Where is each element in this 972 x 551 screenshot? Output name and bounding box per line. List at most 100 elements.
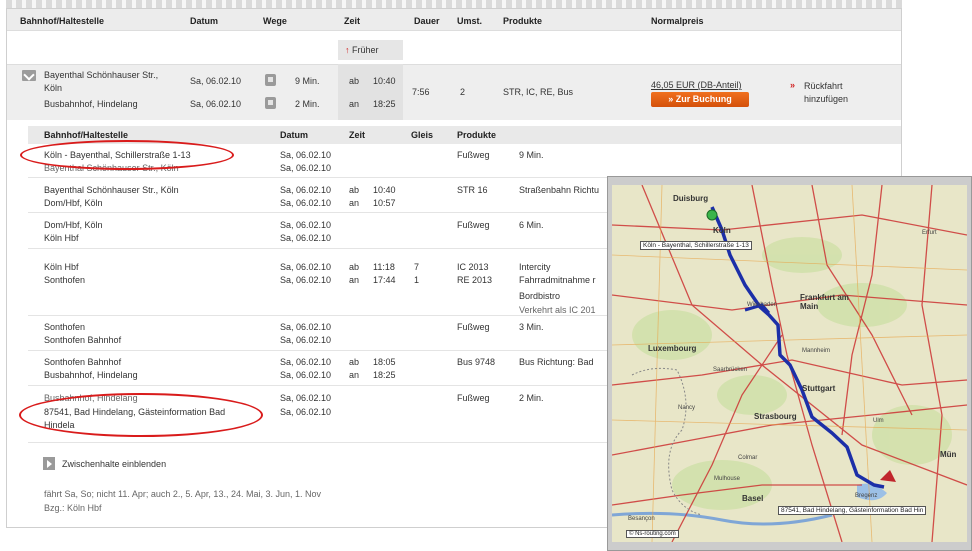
conn-from-city: Köln xyxy=(44,83,63,93)
conn-products: STR, IC, RE, Bus xyxy=(503,87,574,97)
leg-date: Sa, 06.02.10 xyxy=(280,185,332,195)
map-city: Nancy xyxy=(678,405,696,411)
divider xyxy=(28,248,628,249)
leg-to: Köln Hbf xyxy=(44,233,79,243)
arr-label: an xyxy=(349,99,360,109)
leg-product: Fußweg xyxy=(457,322,490,332)
expand-icon[interactable] xyxy=(43,457,55,470)
header-products: Produkte xyxy=(503,16,543,26)
up-arrow-icon: ↑ xyxy=(345,45,350,55)
detail-header-station: Bahnhof/Haltestelle xyxy=(44,130,129,140)
leg-date: Sa, 06.02.10 xyxy=(280,163,332,173)
divider xyxy=(28,212,628,213)
leg-dep-time: 18:05 xyxy=(373,357,396,367)
leg-product[interactable]: RE 2013 xyxy=(457,275,492,285)
earlier-label: Früher xyxy=(352,45,379,55)
leg-product[interactable]: Bus 9748 xyxy=(457,357,495,367)
arr-time: 18:25 xyxy=(373,99,396,109)
train-info: Bzg.: Köln Hbf xyxy=(44,503,102,513)
leg-date: Sa, 06.02.10 xyxy=(280,370,332,380)
map-city: Stuttgart xyxy=(802,384,836,393)
conn-from-walk: 9 Min. xyxy=(295,76,320,86)
leg-date: Sa, 06.02.10 xyxy=(280,262,332,272)
leg-from: Sonthofen xyxy=(44,322,86,332)
leg-arr-time: 10:57 xyxy=(373,198,396,208)
map-city: Basel xyxy=(742,494,764,503)
conn-to-station: Busbahnhof, Hindelang xyxy=(44,99,138,109)
leg-arr-label: an xyxy=(349,275,360,285)
leg-arr-label: an xyxy=(349,370,360,380)
divider xyxy=(28,385,628,386)
leg-date: Sa, 06.02.10 xyxy=(280,275,332,285)
leg-from: Köln Hbf xyxy=(44,262,79,272)
time-cell xyxy=(338,64,403,120)
conn-changes: 2 xyxy=(460,87,466,97)
header-station: Bahnhof/Haltestelle xyxy=(20,16,105,26)
leg-info: 2 Min. xyxy=(519,393,544,403)
leg-date: Sa, 06.02.10 xyxy=(280,393,332,403)
divider xyxy=(28,350,628,351)
detail-header-time: Zeit xyxy=(349,130,366,140)
map-city: Saarbrücken xyxy=(713,367,748,373)
map-city: Mannheim xyxy=(802,348,831,354)
leg-to: Dom/Hbf, Köln xyxy=(44,198,103,208)
leg-track: 7 xyxy=(414,262,420,272)
map-city: Mün xyxy=(940,450,957,459)
header-date: Datum xyxy=(190,16,219,26)
leg-to: Sonthofen xyxy=(44,275,86,285)
map-city: Ulm xyxy=(873,418,884,424)
conn-from-date: Sa, 06.02.10 xyxy=(190,76,242,86)
conn-from-station: Bayenthal Schönhauser Str., xyxy=(44,70,159,80)
earlier-link[interactable]: ↑ Früher xyxy=(345,45,379,55)
return-arrow-icon: » xyxy=(790,80,796,90)
header-changes: Umst. xyxy=(457,16,483,26)
leg-from: Bayenthal Schönhauser Str., Köln xyxy=(44,185,179,195)
conn-to-date: Sa, 06.02.10 xyxy=(190,99,242,109)
map-city: Wiesbaden xyxy=(747,302,778,308)
conn-to-walk: 2 Min. xyxy=(295,99,320,109)
annotation-ellipse-end xyxy=(19,393,263,437)
leg-date: Sa, 06.02.10 xyxy=(280,335,332,345)
map-city: Mulhouse xyxy=(714,476,741,482)
leg-info: 9 Min. xyxy=(519,150,544,160)
map-copyright: © Ns-routing.com xyxy=(626,530,679,538)
map-city: Erfurt xyxy=(922,230,937,236)
leg-dep-label: ab xyxy=(349,262,360,272)
leg-dep-label: ab xyxy=(349,357,360,367)
annotation-ellipse-start xyxy=(20,140,234,170)
leg-dep-time: 10:40 xyxy=(373,185,396,195)
leg-date: Sa, 06.02.10 xyxy=(280,233,332,243)
book-button[interactable]: » Zur Buchung xyxy=(651,92,749,107)
operating-days: fährt Sa, So; nicht 11. Apr; auch 2., 5.… xyxy=(44,489,321,499)
route-map[interactable] xyxy=(612,185,967,542)
leg-date: Sa, 06.02.10 xyxy=(280,198,332,208)
leg-product[interactable]: IC 2013 xyxy=(457,262,489,272)
header-route: Wege xyxy=(263,16,287,26)
map-start-label: Köln - Bayenthal, Schillerstraße 1-13 xyxy=(640,241,752,250)
leg-info: Bus Richtung: Bad xyxy=(519,357,594,367)
leg-product[interactable]: STR 16 xyxy=(457,185,488,195)
leg-info: Intercity xyxy=(519,262,551,272)
return-trip-link[interactable]: Rückfahrt hinzufügen xyxy=(804,80,864,106)
top-decoration-bar xyxy=(6,0,902,8)
leg-date: Sa, 06.02.10 xyxy=(280,150,332,160)
conn-duration: 7:56 xyxy=(412,87,430,97)
divider xyxy=(28,177,628,178)
walk-icon xyxy=(265,97,276,109)
table-header-row xyxy=(7,9,901,31)
walk-icon xyxy=(265,74,276,86)
leg-to: Sonthofen Bahnhof xyxy=(44,335,122,345)
intermediate-stops-link[interactable]: Zwischenhalte einblenden xyxy=(62,459,166,469)
leg-from: Sonthofen Bahnhof xyxy=(44,357,122,367)
collapse-chevron-icon[interactable] xyxy=(22,70,36,81)
detail-header-track: Gleis xyxy=(411,130,434,140)
divider xyxy=(28,315,628,316)
divider xyxy=(28,442,628,443)
leg-arr-time: 18:25 xyxy=(373,370,396,380)
map-city: Strasbourg xyxy=(754,412,797,421)
conn-price[interactable]: 46,05 EUR (DB-Anteil) xyxy=(651,80,742,90)
leg-info: Bordbistro xyxy=(519,291,561,301)
leg-info: Straßenbahn Richtu xyxy=(519,185,600,195)
leg-info: Verkehrt als IC 201 xyxy=(519,305,596,315)
leg-date: Sa, 06.02.10 xyxy=(280,220,332,230)
